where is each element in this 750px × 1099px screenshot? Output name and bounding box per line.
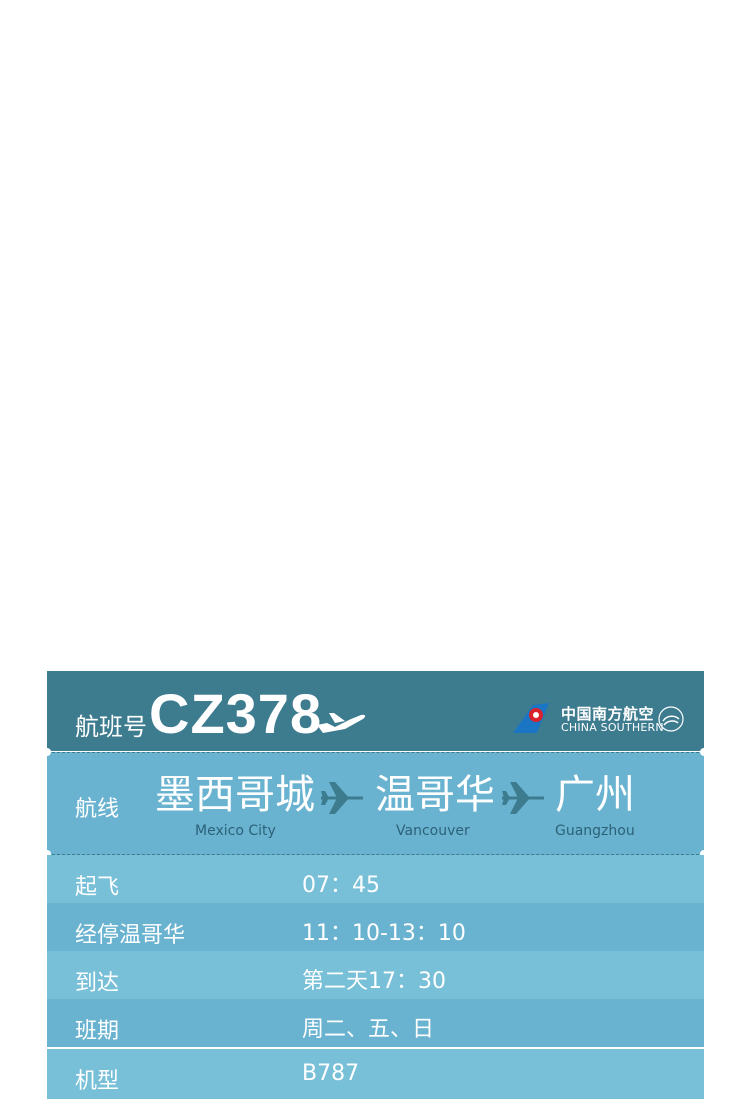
detail-value: B787 [302, 1061, 360, 1086]
detail-label: 经停温哥华 [75, 923, 186, 948]
skyteam-icon [658, 706, 684, 732]
detail-value: 周二、五、日 [302, 1017, 435, 1042]
detail-value: 07：45 [302, 873, 380, 898]
detail-label: 机型 [75, 1069, 120, 1094]
detail-value: 第二天17：30 [302, 969, 446, 994]
detail-row-arrival: 到达 第二天17：30 [47, 951, 704, 999]
route-city-origin-en: Mexico City [195, 823, 276, 839]
detail-row-stopover: 经停温哥华 11：10-13：10 [47, 903, 704, 951]
detail-label: 班期 [75, 1019, 120, 1044]
china-southern-logo-icon [513, 703, 549, 733]
route-city-destination-en: Guangzhou [555, 823, 635, 839]
flight-number: CZ378 [149, 682, 323, 745]
route-city-origin: 墨西哥城 [155, 772, 315, 818]
ticket-notch [43, 748, 51, 756]
flight-info-card: 航班号 CZ378 中国南方航空 CHINA SOUTHERN 航线 墨西哥城 … [43, 671, 708, 1099]
route-label: 航线 [75, 797, 120, 822]
route-plane-icon [502, 782, 544, 814]
detail-row-aircraft: 机型 B787 [47, 1049, 704, 1099]
route-section: 航线 墨西哥城 Mexico City 温哥华 Vancouver 广州 Gua… [47, 752, 704, 855]
detail-label: 起飞 [75, 875, 120, 900]
ticket-notch [700, 748, 708, 756]
detail-value: 11：10-13：10 [302, 921, 466, 946]
route-city-destination: 广州 [555, 772, 635, 818]
detail-row-schedule: 班期 周二、五、日 [47, 999, 704, 1047]
route-city-stopover-en: Vancouver [396, 823, 470, 839]
route-plane-icon [321, 782, 363, 814]
airline-name-en: CHINA SOUTHERN [561, 721, 664, 734]
flight-number-label: 航班号 [75, 713, 147, 741]
plane-icon [317, 713, 366, 733]
detail-row-departure: 起飞 07：45 [47, 855, 704, 903]
route-city-stopover: 温哥华 [375, 772, 495, 818]
detail-label: 到达 [75, 971, 120, 996]
flight-header: 航班号 CZ378 中国南方航空 CHINA SOUTHERN [47, 671, 704, 751]
